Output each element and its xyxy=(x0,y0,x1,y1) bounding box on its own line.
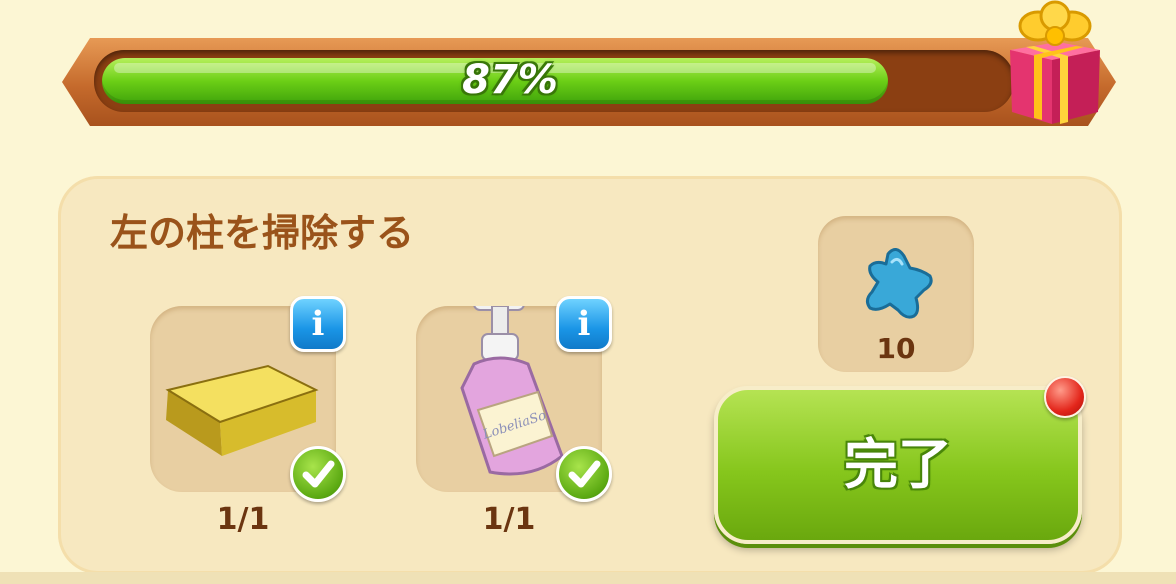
item-count-sponge: 1/1 xyxy=(216,502,270,537)
item-count-soap: 1/1 xyxy=(482,502,536,537)
item-info-button-soap[interactable]: i xyxy=(556,296,612,352)
item-info-button-sponge[interactable]: i xyxy=(290,296,346,352)
complete-button[interactable]: 完了 xyxy=(714,386,1082,544)
progress-percent-label: 87% xyxy=(462,57,558,103)
task-title: 左の柱を掃除する xyxy=(110,211,415,255)
checkmark-icon xyxy=(556,446,612,502)
bottom-edge xyxy=(0,572,1176,584)
gift-box-icon[interactable] xyxy=(1004,0,1104,126)
reward-amount: 10 xyxy=(876,332,916,365)
notification-dot xyxy=(1044,376,1086,418)
checkmark-icon xyxy=(290,446,346,502)
task-screen: 87% 左の柱を掃除する i 1/1 LobeliaSo i 1/1 10 完了 xyxy=(0,0,1176,584)
